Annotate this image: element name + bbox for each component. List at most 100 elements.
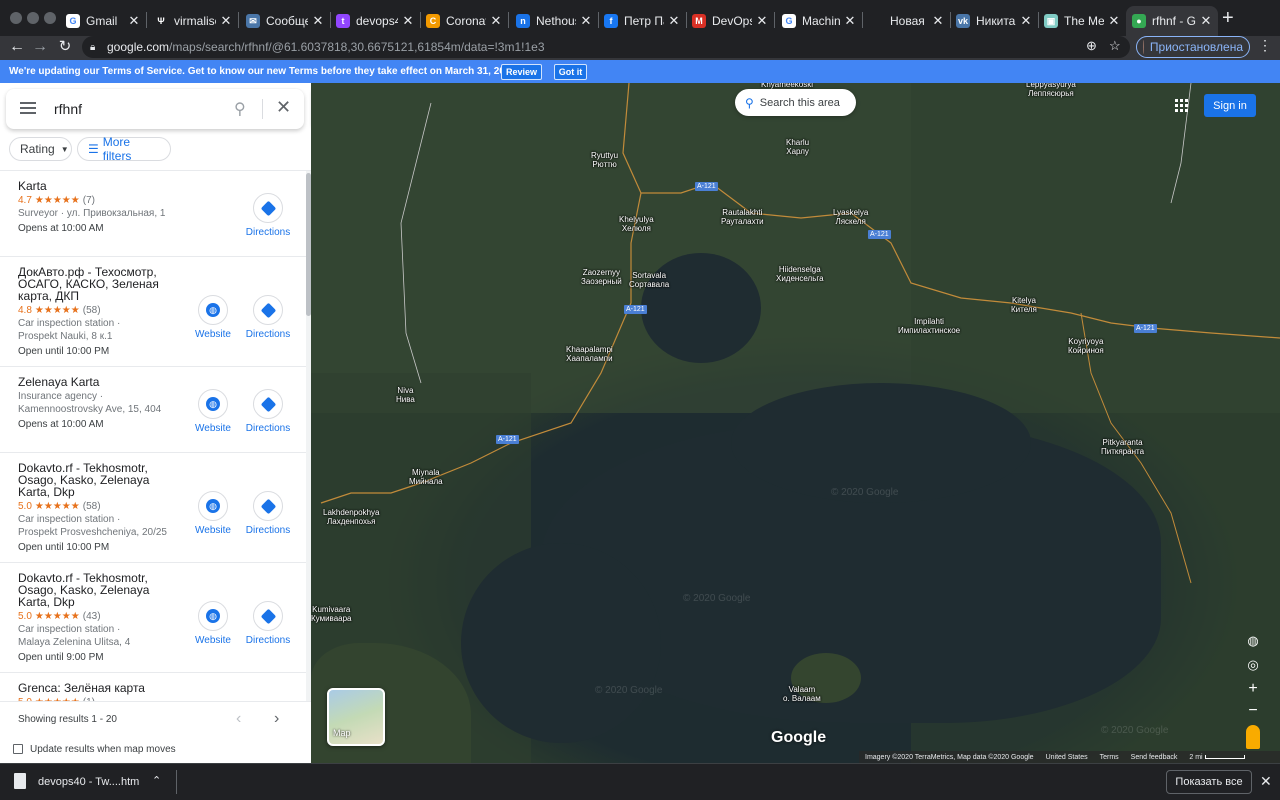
satellite-map[interactable]: A-121 A-121 A-121 A-121 A-121 Khyameekos…: [311, 83, 1280, 763]
tab-close-icon[interactable]: ✕: [312, 13, 324, 29]
result-item[interactable]: Zelenaya Karta Insurance agency · Kamennoo…: [0, 367, 306, 453]
close-window-control[interactable]: [10, 12, 22, 24]
more-filters-button[interactable]: ☰ More filters: [77, 135, 171, 163]
result-item[interactable]: Grenca: Зелёная карта5.0★★★★★(1): [0, 673, 306, 701]
tab[interactable]: Ψvirmalise ✕: [148, 6, 238, 36]
directions-button[interactable]: Directions: [238, 491, 298, 536]
new-tab-button[interactable]: +: [1222, 8, 1234, 28]
result-name[interactable]: Dokavto.rf - Tekhosmotr, Osago, Kasko, Z…: [18, 462, 178, 498]
sign-in-button[interactable]: Sign in: [1204, 94, 1256, 117]
map-place-label[interactable]: Kitelya Кителя: [1011, 296, 1037, 314]
next-page-icon[interactable]: ›: [274, 710, 279, 728]
result-item[interactable]: Dokavto.rf - Tekhosmotr, Osago, Kasko, Z…: [0, 453, 306, 563]
minimize-window-control[interactable]: [27, 12, 39, 24]
directions-button[interactable]: Directions: [238, 601, 298, 646]
map-place-label[interactable]: Hiidenselga Хиденсельга: [776, 265, 824, 283]
clear-search-icon[interactable]: ✕: [276, 97, 291, 118]
address-bar[interactable]: 🔒︎ google.com/maps/search/rfhnf/@61.6037…: [82, 36, 1130, 58]
map-place-label[interactable]: Kumivaara Кумиваара: [311, 605, 352, 623]
download-item[interactable]: devops40 - Tw....htm: [38, 776, 139, 788]
map-place-label[interactable]: Koyriyoya Койриноя: [1068, 337, 1104, 355]
result-name[interactable]: ДокАвто.рф - Техосмотр, ОСАГО, КАСКО, Зе…: [18, 266, 178, 302]
tab[interactable]: G Machine ✕: [776, 6, 862, 36]
map-place-label[interactable]: Valaam о. Валаам: [783, 685, 821, 703]
search-icon[interactable]: ⚲: [234, 99, 246, 119]
tab[interactable]: G Gmail ✕: [60, 6, 146, 36]
tab-close-icon[interactable]: ✕: [844, 13, 856, 29]
add-icon[interactable]: ⊕: [1086, 38, 1097, 54]
maximize-window-control[interactable]: [44, 12, 56, 24]
apps-grid-icon[interactable]: [1175, 99, 1188, 112]
zoom-in-button[interactable]: +: [1243, 679, 1263, 699]
tab-close-icon[interactable]: ✕: [668, 13, 680, 29]
website-button[interactable]: ◍ Website: [183, 389, 243, 434]
website-button[interactable]: ◍ Website: [183, 295, 243, 340]
tab-close-icon[interactable]: ✕: [490, 13, 502, 29]
map-place-label[interactable]: Khelyulya Хелюля: [619, 215, 654, 233]
map-place-label[interactable]: Niva Нива: [396, 386, 415, 404]
map-place-label[interactable]: Khaapalampi Хаапалампи: [566, 345, 613, 363]
chevron-up-icon[interactable]: ⌃: [152, 774, 161, 787]
result-name[interactable]: Zelenaya Karta: [18, 376, 178, 388]
tab[interactable]: vk Никита Ч ✕: [950, 6, 1038, 36]
tab[interactable]: M DevOps4 ✕: [686, 6, 774, 36]
result-item[interactable]: Karta 4.7 ★★★★★ (7) Surveyor · ул. Привокзал…: [0, 171, 306, 257]
bookmark-star-icon[interactable]: ☆: [1109, 38, 1121, 54]
directions-button[interactable]: Directions: [238, 389, 298, 434]
website-button[interactable]: ◍ Website: [183, 601, 243, 646]
result-name[interactable]: Grenca: Зелёная карта: [18, 682, 178, 694]
tab-close-icon[interactable]: ✕: [580, 13, 592, 29]
result-name[interactable]: Dokavto.rf - Tekhosmotr, Osago, Kasko, Z…: [18, 572, 178, 608]
map-place-label[interactable]: Miynala Мийнала: [409, 468, 443, 486]
map-place-label[interactable]: Zaozernyy Заозерный: [581, 268, 622, 286]
map-place-label[interactable]: Pitkyaranta Питкяранта: [1101, 438, 1144, 456]
tab-close-icon[interactable]: ✕: [128, 13, 140, 29]
map-place-label[interactable]: Leppyasyurya Леппясюрья: [1026, 83, 1076, 98]
tab-close-icon[interactable]: ✕: [402, 13, 414, 29]
tab[interactable]: C Coronavi ✕: [420, 6, 508, 36]
map-layer-toggle[interactable]: Map: [327, 688, 385, 746]
rating-filter[interactable]: Rating ▼: [9, 137, 72, 161]
close-icon[interactable]: ✕: [1260, 773, 1272, 790]
directions-button[interactable]: Directions: [238, 295, 298, 340]
search-this-area-button[interactable]: ⚲ Search this area: [735, 89, 856, 116]
profile-button[interactable]: Приостановлена: [1136, 36, 1250, 58]
result-name[interactable]: Karta: [18, 180, 178, 192]
tab-close-icon[interactable]: ✕: [220, 13, 232, 29]
terms-link[interactable]: Terms: [1100, 754, 1119, 761]
tab-close-icon[interactable]: ✕: [1108, 13, 1120, 29]
result-item[interactable]: Dokavto.rf - Tekhosmotr, Osago, Kasko, Z…: [0, 563, 306, 673]
tab[interactable]: ● rfhnf - G ✕: [1126, 6, 1218, 36]
tab[interactable]: f Петр Пав ✕: [598, 6, 686, 36]
send-feedback-link[interactable]: Send feedback: [1131, 754, 1178, 761]
tab[interactable]: t devops40 ✕: [330, 6, 420, 36]
tab[interactable]: ▣ The Mete ✕: [1038, 6, 1126, 36]
menu-icon[interactable]: [20, 102, 36, 117]
tab-close-icon[interactable]: ✕: [932, 13, 944, 29]
forward-icon[interactable]: →: [30, 37, 50, 57]
back-icon[interactable]: ←: [7, 37, 27, 57]
previous-page-icon[interactable]: ‹: [236, 710, 241, 728]
map-place-label[interactable]: Ryuttyu Рюттю: [591, 151, 618, 169]
zoom-out-button[interactable]: −: [1243, 701, 1263, 721]
update-on-move-checkbox[interactable]: [13, 744, 23, 754]
tab-close-icon[interactable]: ✕: [756, 13, 768, 29]
map-place-label[interactable]: Rautalakhti Рауталахти: [721, 208, 764, 226]
search-input[interactable]: rfhnf: [54, 101, 82, 117]
tab[interactable]: n Nethouse ✕: [510, 6, 598, 36]
tab-close-icon[interactable]: ✕: [1200, 13, 1212, 29]
got-it-button[interactable]: Got it: [554, 64, 587, 80]
map-place-label[interactable]: Sortavala Сортавала: [629, 271, 669, 289]
result-item[interactable]: ДокАвто.рф - Техосмотр, ОСАГО, КАСКО, Зе…: [0, 257, 306, 367]
tab[interactable]: Новая вкладк ✕: [864, 6, 950, 36]
show-all-downloads-button[interactable]: Показать все: [1166, 770, 1252, 794]
directions-button[interactable]: Directions: [238, 193, 298, 238]
map-place-label[interactable]: Impilahti Импилахтинское: [898, 317, 960, 335]
reload-icon[interactable]: ↻: [55, 37, 75, 57]
more-menu-icon[interactable]: ⋮: [1258, 37, 1272, 54]
tab[interactable]: ✉ Сообщен ✕: [240, 6, 330, 36]
map-place-label[interactable]: Lyaskelya Ляскеля: [833, 208, 868, 226]
review-button[interactable]: Review: [501, 64, 542, 80]
scale-bar[interactable]: [1204, 755, 1245, 759]
country-link[interactable]: United States: [1046, 754, 1088, 761]
